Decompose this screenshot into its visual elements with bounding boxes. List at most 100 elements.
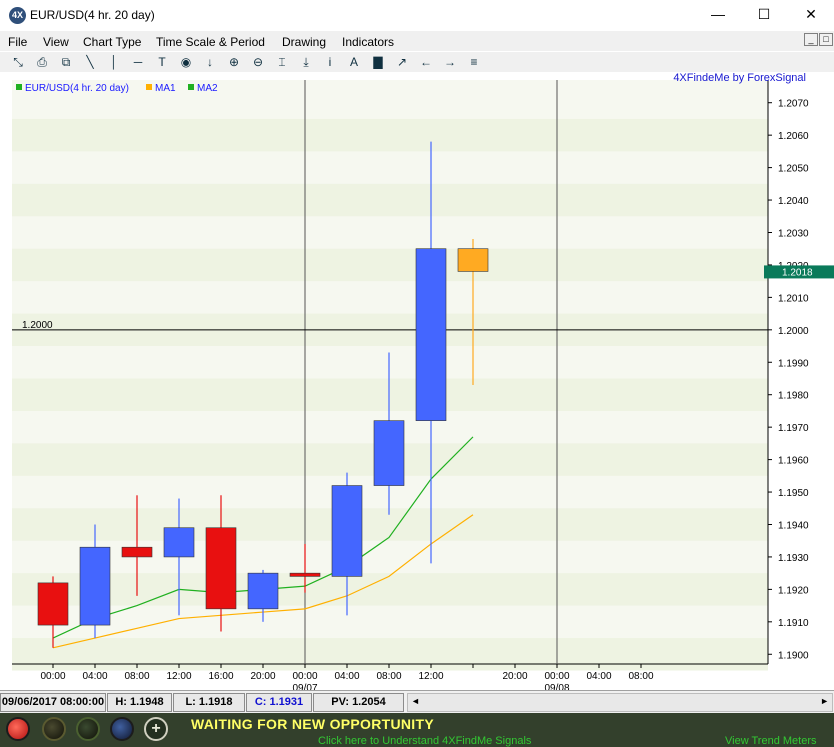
yellow-light-icon[interactable] xyxy=(42,717,66,741)
zoom-in-icon[interactable]: ⊕ xyxy=(225,54,243,70)
status-pv: PV: 1.2054 xyxy=(313,693,404,712)
y-tick-label: 1.2060 xyxy=(778,131,809,142)
scroll-left-button[interactable]: ◄ xyxy=(411,696,420,706)
menu-indicators[interactable]: Indicators xyxy=(342,35,394,49)
menu-bar: File View Chart Type Time Scale & Period… xyxy=(0,31,834,51)
chart-settings-icon[interactable]: ≡ xyxy=(465,54,483,70)
add-icon[interactable]: + xyxy=(144,717,168,741)
horizontal-scrollbar[interactable]: ◄ ► xyxy=(407,693,833,712)
maximize-button[interactable]: ☐ xyxy=(741,0,787,31)
candle-body xyxy=(373,420,405,486)
horizontal-line-icon[interactable]: ─ xyxy=(129,54,147,70)
current-price-label: 1.2018 xyxy=(782,267,813,278)
info-icon[interactable]: i xyxy=(321,54,339,70)
line-tool-icon[interactable]: ╲ xyxy=(81,54,99,70)
menu-drawing[interactable]: Drawing xyxy=(282,35,326,49)
legend-swatch xyxy=(16,84,22,90)
x-tick-label: 08:00 xyxy=(376,671,401,682)
understand-signals-link[interactable]: Click here to Understand 4XFindMe Signal… xyxy=(318,735,531,747)
vertical-line-icon[interactable]: │ xyxy=(105,54,123,70)
print-icon[interactable]: ⎙ xyxy=(33,54,51,70)
date-label: 09/07 xyxy=(292,683,317,690)
plot-band xyxy=(12,573,768,606)
status-datetime: 09/06/2017 08:00:00 xyxy=(0,693,106,712)
brand-label: 4XFindeMe by ForexSignal xyxy=(673,72,806,84)
y-tick-label: 1.2050 xyxy=(778,164,809,175)
scroll-left-icon[interactable]: ← xyxy=(417,54,435,70)
view-trend-meters-link[interactable]: View Trend Meters xyxy=(725,735,817,747)
status-low: L: 1.1918 xyxy=(173,693,245,712)
y-tick-label: 1.1980 xyxy=(778,391,809,402)
y-tick-label: 1.2000 xyxy=(778,326,809,337)
status-message: WAITING FOR NEW OPPORTUNITY xyxy=(191,716,434,732)
y-tick-label: 1.2030 xyxy=(778,228,809,239)
target-icon[interactable]: ◉ xyxy=(177,54,195,70)
toolbar: ⤡ ⎙ ⧉ ╲ │ ─ T ◉ ↓ ⊕ ⊖ ⌶ ⤓ i A ▇ ↗ ← → ≡ xyxy=(0,51,834,73)
y-tick-label: 1.1950 xyxy=(778,488,809,499)
fit-icon[interactable]: ⌶ xyxy=(273,54,291,70)
y-tick-label: 1.1960 xyxy=(778,456,809,467)
x-tick-label: 20:00 xyxy=(250,671,275,682)
candle-body xyxy=(163,527,195,558)
font-icon[interactable]: A xyxy=(345,54,363,70)
y-tick-label: 1.1990 xyxy=(778,358,809,369)
candle-body xyxy=(79,546,111,626)
x-tick-label: 12:00 xyxy=(418,671,443,682)
window-title: EUR/USD(4 hr. 20 day) xyxy=(30,8,155,22)
x-tick-label: 08:00 xyxy=(628,671,653,682)
child-restore-button[interactable]: □ xyxy=(819,33,833,46)
y-tick-label: 1.1900 xyxy=(778,650,809,661)
candle-body xyxy=(205,527,237,610)
y-tick-label: 1.1930 xyxy=(778,553,809,564)
menu-file[interactable]: File xyxy=(8,35,27,49)
candle-body xyxy=(247,572,279,610)
baseline-icon[interactable]: ⤓ xyxy=(297,54,315,70)
signal-bar: + WAITING FOR NEW OPPORTUNITY Click here… xyxy=(0,713,834,747)
legend-label: MA2 xyxy=(197,83,218,94)
legend-label: EUR/USD(4 hr. 20 day) xyxy=(25,83,129,94)
candle-body xyxy=(121,546,153,558)
green-light-icon[interactable] xyxy=(76,717,100,741)
menu-chart-type[interactable]: Chart Type xyxy=(83,35,141,49)
x-tick-label: 16:00 xyxy=(208,671,233,682)
candle-body xyxy=(37,582,69,626)
date-label: 09/08 xyxy=(544,683,569,690)
plot-band xyxy=(12,183,768,217)
title-bar: 4X EUR/USD(4 hr. 20 day) — ☐ ✕ xyxy=(0,0,834,31)
plot-band xyxy=(12,378,768,411)
scroll-right-button[interactable]: ► xyxy=(820,696,829,706)
y-tick-label: 1.2010 xyxy=(778,293,809,304)
close-button[interactable]: ✕ xyxy=(788,0,834,31)
minimize-button[interactable]: — xyxy=(695,0,741,31)
status-close: C: 1.1931 xyxy=(246,693,312,712)
line-chart-icon[interactable]: ↗ xyxy=(393,54,411,70)
copy-icon[interactable]: ⧉ xyxy=(57,54,75,70)
x-tick-label: 00:00 xyxy=(292,671,317,682)
plot-band xyxy=(12,638,768,671)
status-bar: 09/06/2017 08:00:00 H: 1.1948 L: 1.1918 … xyxy=(0,690,834,713)
menu-view[interactable]: View xyxy=(43,35,69,49)
chart-window[interactable]: 1.1900 1.1910 1.1920 1.1930 1.1940 1.1950 1.19… xyxy=(0,72,834,690)
text-tool-icon[interactable]: T xyxy=(153,54,171,70)
down-arrow-icon[interactable]: ↓ xyxy=(201,54,219,70)
scroll-right-icon[interactable]: → xyxy=(441,54,459,70)
bar-chart-icon[interactable]: ▇ xyxy=(369,54,387,70)
plot-band xyxy=(12,248,768,282)
child-minimize-button[interactable]: _ xyxy=(804,33,818,46)
x-tick-label: 04:00 xyxy=(334,671,359,682)
zoom-out-icon[interactable]: ⊖ xyxy=(249,54,267,70)
menu-time-scale-period[interactable]: Time Scale & Period xyxy=(156,35,265,49)
x-tick-label: 00:00 xyxy=(40,671,65,682)
x-tick-label: 08:00 xyxy=(124,671,149,682)
cursor-icon[interactable]: ⤡ xyxy=(9,54,27,70)
candle-body xyxy=(415,248,447,421)
x-tick-label: 04:00 xyxy=(82,671,107,682)
y-tick-label: 1.2040 xyxy=(778,196,809,207)
chart-canvas[interactable]: 1.1900 1.1910 1.1920 1.1930 1.1940 1.1950 1.19… xyxy=(0,72,834,690)
diamond-icon[interactable] xyxy=(110,717,134,741)
x-tick-label: 04:00 xyxy=(586,671,611,682)
candle-body xyxy=(289,572,321,577)
red-light-icon[interactable] xyxy=(6,717,30,741)
plot-band xyxy=(12,118,768,152)
x-tick-label: 00:00 xyxy=(544,671,569,682)
